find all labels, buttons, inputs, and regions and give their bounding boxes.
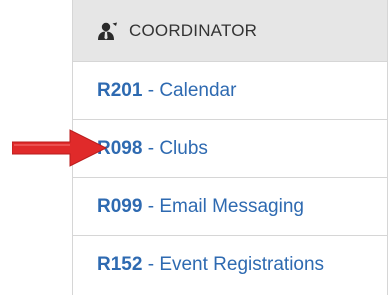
menu-item-separator: - xyxy=(142,254,160,275)
menu-header-title: COORDINATOR xyxy=(129,20,258,40)
menu-item-label: Clubs xyxy=(159,137,208,159)
user-tie-icon xyxy=(97,22,119,40)
menu-item-separator: - xyxy=(142,137,160,159)
menu-item-code: R201 xyxy=(97,79,143,101)
screenshot-stage: COORDINATOR R201 - Calendar R098 - Clubs… xyxy=(0,0,388,295)
menu-item-label: Calendar xyxy=(159,79,237,101)
menu-item-code: R099 xyxy=(97,195,143,217)
red-arrow-icon xyxy=(11,128,112,168)
menu-item-separator: - xyxy=(142,195,160,217)
menu-item-r201-calendar[interactable]: R201 - Calendar xyxy=(73,62,387,120)
menu-header: COORDINATOR xyxy=(73,0,387,62)
menu-item-label: Email Messaging xyxy=(159,195,304,217)
menu-item-separator: - xyxy=(142,79,160,101)
coordinator-menu: COORDINATOR R201 - Calendar R098 - Clubs… xyxy=(72,0,388,295)
menu-item-code: R152 xyxy=(97,254,143,275)
menu-item-label: Event Registrations xyxy=(159,254,325,275)
menu-item-r099-email-messaging[interactable]: R099 - Email Messaging xyxy=(73,178,387,236)
menu-item-r098-clubs[interactable]: R098 - Clubs xyxy=(73,120,387,178)
menu-item-r152-event-registrations[interactable]: R152 - Event Registrations xyxy=(73,236,387,294)
